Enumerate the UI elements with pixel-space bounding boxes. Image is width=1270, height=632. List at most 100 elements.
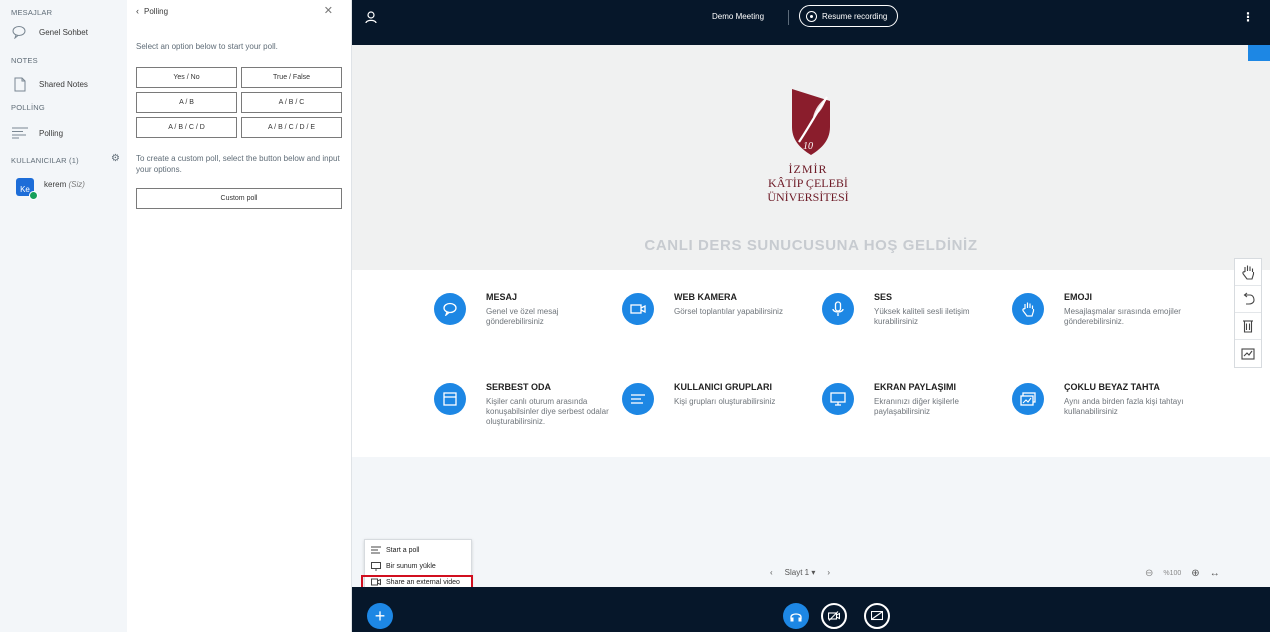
feature-description: Aynı anda birden fazla kişi tahtayı kull… [1064, 397, 1184, 416]
menu-item-label: Bir sunum yükle [386, 563, 436, 570]
sidebar-item-public-chat[interactable]: Genel Sohbet [11, 23, 88, 41]
feature-emoji: EMOJI Mesajlaşmalar sırasında emojiler g… [1012, 292, 1214, 327]
avatar[interactable]: Ke [16, 178, 38, 200]
presentation-icon [371, 562, 381, 571]
messages-section-title: MESAJLAR [11, 8, 53, 17]
presentation-slide: 10 İZMİR KÂTİP ÇELEBİ ÜNİVERSİTESİ CANLI… [352, 45, 1270, 457]
notes-icon [11, 75, 29, 93]
poll-option-true-false[interactable]: True / False [241, 67, 342, 88]
feature-description: Mesajlaşmalar sırasında emojiler göndere… [1064, 307, 1181, 326]
feature-title: WEB KAMERA [674, 292, 737, 302]
microphone-status-icon [29, 191, 38, 200]
bottom-action-bar: + [352, 587, 1270, 632]
logo-line-1: İZMİR [788, 162, 828, 176]
webcam-off-icon [828, 611, 840, 621]
notes-section-title: NOTES [11, 56, 38, 65]
menu-item-label: Start a poll [386, 546, 420, 554]
zoom-controls: ⊖ %100 ⊕ ↔ [1145, 568, 1220, 579]
slide-title: CANLI DERS SUNUCUSUNA HOŞ GELDİNİZ [644, 237, 978, 254]
presentation-area: 10 İZMİR KÂTİP ÇELEBİ ÜNİVERSİTESİ CANLI… [352, 45, 1270, 587]
public-chat-label: Genel Sohbet [39, 27, 88, 37]
webcam-button[interactable] [821, 603, 847, 629]
undo-icon[interactable] [1235, 286, 1261, 313]
user-list-toggle-icon[interactable] [364, 10, 378, 24]
user-you-tag: (Siz) [68, 180, 85, 189]
user-name: kerem [44, 180, 67, 189]
whiteboard-icon [1012, 383, 1044, 415]
hand-tool-icon[interactable] [1235, 259, 1261, 286]
poll-icon [371, 546, 381, 554]
feature-title: ÇOKLU BEYAZ TAHTA [1064, 382, 1160, 392]
user-list-item[interactable]: kerem (Siz) [44, 180, 85, 189]
logo-line-3: ÜNİVERSİTESİ [767, 190, 849, 204]
feature-title: SES [874, 292, 893, 302]
recording-label: Resume recording [822, 11, 888, 21]
logo-line-2: KÂTİP ÇELEBİ [768, 176, 848, 190]
whiteboard-toolbar [1234, 258, 1262, 368]
next-slide-icon[interactable]: › [827, 568, 830, 577]
custom-poll-text: To create a custom poll, select the butt… [136, 154, 340, 174]
feature-description: Kişiler canlı oturum arasında konuşabils… [486, 397, 609, 426]
menu-item-upload-presentation[interactable]: Bir sunum yükle [371, 562, 436, 571]
fit-width-icon[interactable]: ↔ [1210, 568, 1220, 579]
poll-icon [11, 124, 29, 142]
svg-text:10: 10 [803, 141, 813, 152]
trash-icon[interactable] [1235, 313, 1261, 340]
slide-navigation: ‹ Slayt 1 ▾ › [770, 568, 830, 577]
gear-icon[interactable]: ⚙ [111, 153, 120, 164]
feature-description: Ekranınızı diğer kişilerle paylaşabilirs… [874, 397, 959, 416]
actions-plus-button[interactable]: + [367, 603, 393, 629]
chat-icon [11, 23, 29, 41]
options-menu-icon[interactable]: ⋮ [1242, 10, 1254, 24]
chevron-left-icon: ‹ [136, 6, 139, 16]
zoom-in-icon[interactable]: ⊕ [1191, 568, 1199, 579]
feature-title: EKRAN PAYLAŞIMI [874, 382, 957, 392]
sidebar-item-shared-notes[interactable]: Shared Notes [11, 75, 88, 93]
feature-description: Yüksek kaliteli sesli iletişim kurabilir… [874, 307, 970, 326]
feature-description: Görsel toplantılar yapabilirsiniz [674, 307, 783, 316]
previous-slide-icon[interactable]: ‹ [770, 568, 773, 577]
audio-button[interactable] [783, 603, 809, 629]
feature-title: KULLANICI GRUPLARI [674, 382, 772, 392]
poll-option-abcde[interactable]: A / B / C / D / E [241, 117, 342, 138]
feature-mesaj: MESAJ Genel ve özel mesaj gönderebilirsi… [434, 292, 616, 327]
feature-title: EMOJI [1064, 292, 1093, 302]
slide-select[interactable]: Slayt 1 ▾ [785, 568, 816, 577]
university-logo: 10 [792, 89, 830, 155]
record-icon [806, 10, 817, 22]
top-navbar: Demo Meeting Resume recording ⋮ [352, 0, 1270, 45]
multi-user-whiteboard-icon[interactable] [1235, 340, 1261, 367]
zoom-level: %100 [1163, 570, 1182, 577]
shared-notes-label: Shared Notes [39, 79, 88, 89]
feature-ses: SES Yüksek kaliteli sesli iletişim kurab… [822, 292, 1004, 327]
feature-title: SERBEST ODA [486, 382, 552, 392]
screen-share-off-icon [871, 610, 883, 620]
poll-option-ab[interactable]: A / B [136, 92, 237, 113]
feature-description: Kişi grupları oluşturabilirsiniz [674, 397, 776, 406]
zoom-out-icon[interactable]: ⊖ [1145, 568, 1153, 579]
feature-coklu-beyaz-tahta: ÇOKLU BEYAZ TAHTA Aynı anda birden fazla… [1012, 382, 1214, 417]
sidebar-item-polling[interactable]: Polling [11, 124, 63, 142]
chat-icon [434, 293, 466, 325]
users-section-title: KULLANICILAR (1) [11, 156, 79, 165]
menu-item-start-poll[interactable]: Start a poll [371, 546, 419, 554]
presentation-menu-tab[interactable] [1248, 45, 1270, 61]
polling-label: Polling [39, 128, 64, 138]
poll-intro-text: Select an option below to start your pol… [136, 42, 278, 51]
poll-option-abc[interactable]: A / B / C [241, 92, 342, 113]
feature-kullanici-gruplari: KULLANICI GRUPLARI Kişi grupları oluştur… [622, 382, 824, 415]
poll-panel-title: Polling [144, 6, 169, 16]
custom-poll-button[interactable]: Custom poll [136, 188, 342, 209]
polling-section-title: POLLİNG [11, 103, 45, 112]
webcam-icon [622, 293, 654, 325]
poll-option-abcd[interactable]: A / B / C / D [136, 117, 237, 138]
poll-option-yes-no[interactable]: Yes / No [136, 67, 237, 88]
meeting-title: Demo Meeting [712, 12, 765, 21]
close-icon[interactable]: ✕ [324, 4, 333, 17]
recording-button[interactable]: Resume recording [799, 5, 898, 27]
divider [788, 10, 789, 25]
microphone-icon [822, 293, 854, 325]
poll-back-button[interactable]: ‹ Polling [136, 6, 168, 16]
screen-share-button[interactable] [864, 603, 890, 629]
feature-web-kamera: WEB KAMERA Görsel toplantılar yapabilirs… [622, 292, 824, 325]
